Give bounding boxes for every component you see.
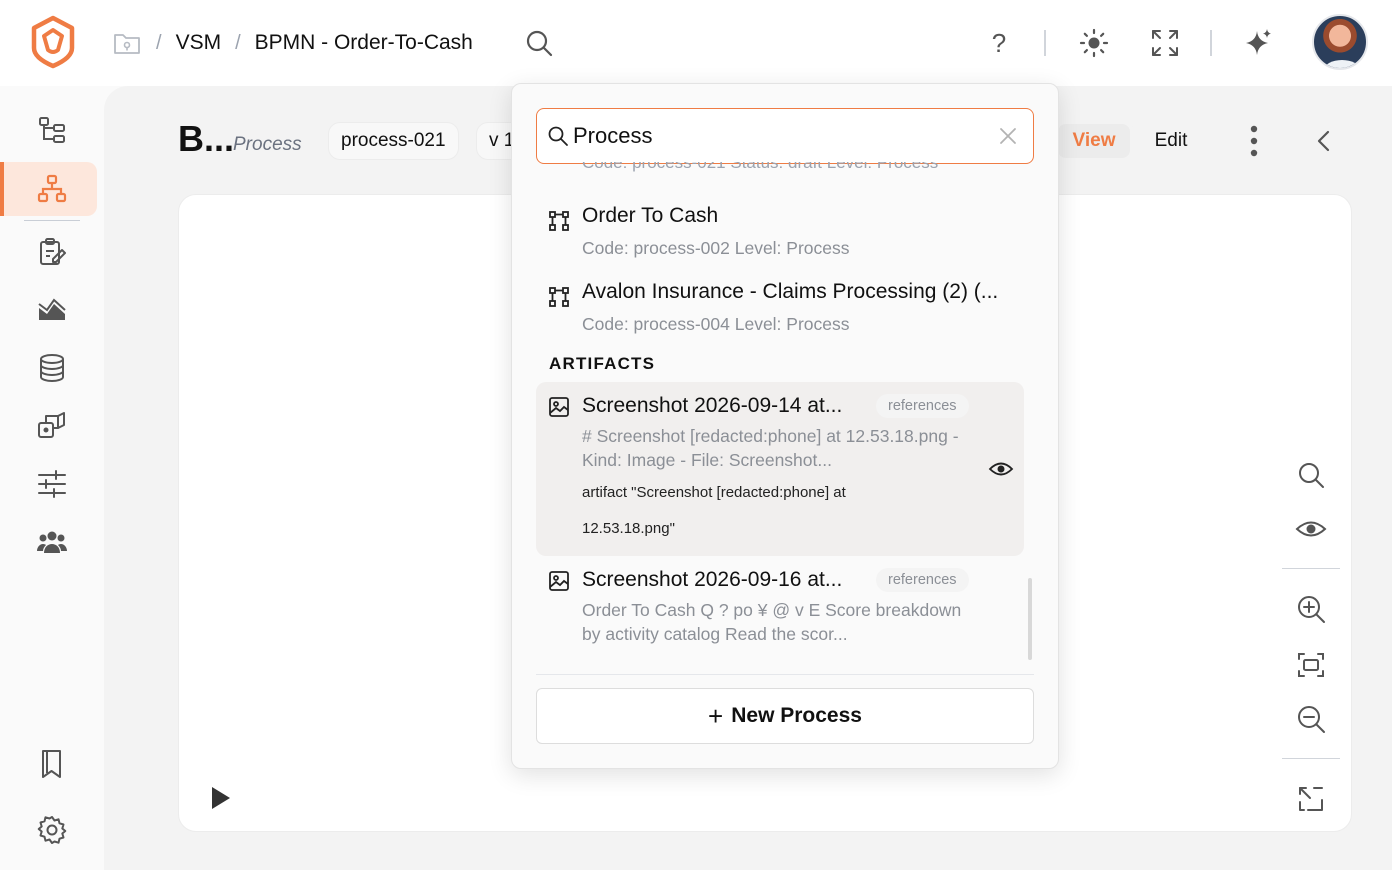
toolbar-divider xyxy=(1282,568,1340,569)
zoom-out-icon[interactable] xyxy=(1294,702,1328,736)
search-field[interactable] xyxy=(536,108,1034,164)
page-type-label: Process xyxy=(233,134,302,155)
search-result-item[interactable]: Avalon Insurance - Claims Processing (2)… xyxy=(536,280,1024,340)
rail-tasks[interactable] xyxy=(0,226,104,278)
search-input[interactable] xyxy=(573,117,993,155)
popover-divider xyxy=(536,674,1034,675)
users-icon xyxy=(37,531,67,553)
artifact-note: artifact "Screenshot [redacted:phone] at xyxy=(582,484,846,501)
help-icon[interactable]: ? xyxy=(984,28,1014,58)
artifact-subtitle: Order To Cash Q ? po ¥ @ v E Score break… xyxy=(582,600,962,644)
rail-hierarchy[interactable] xyxy=(0,104,104,156)
divider xyxy=(1044,30,1046,56)
result-subtitle: Code: process-002 Level: Process xyxy=(582,238,850,258)
database-icon xyxy=(40,354,64,383)
sparkle-icon[interactable] xyxy=(1244,27,1274,57)
rail-divider xyxy=(24,220,80,221)
scrollbar[interactable] xyxy=(1028,578,1032,660)
play-icon[interactable] xyxy=(206,784,234,812)
artifact-title: Screenshot 2026-09-16 at... xyxy=(582,568,843,591)
app-logo[interactable] xyxy=(28,14,78,70)
view-button[interactable]: View xyxy=(1058,124,1130,158)
toolbar-divider xyxy=(1282,758,1340,759)
artifact-title: Screenshot 2026-09-14 at... xyxy=(582,394,843,417)
clipboard-edit-icon xyxy=(40,238,66,265)
folder-lock-icon[interactable] xyxy=(112,29,142,57)
artifact-note: 12.53.18.png" xyxy=(582,520,675,537)
result-subtitle: Code: process-004 Level: Process xyxy=(582,314,850,334)
artifact-result-item[interactable]: Screenshot 2026-09-16 at... references O… xyxy=(536,556,1024,656)
canvas-eye-icon[interactable] xyxy=(1294,512,1328,546)
process-icon xyxy=(549,211,569,231)
breadcrumb-separator: / xyxy=(156,31,162,54)
artifact-subtitle: # Screenshot [redacted:phone] at 12.53.1… xyxy=(582,426,959,470)
artifact-result-item[interactable]: Screenshot 2026-09-14 at... references #… xyxy=(536,382,1024,556)
code-pill[interactable]: process-021 xyxy=(328,122,459,160)
rail-users[interactable] xyxy=(0,516,104,568)
process-icon xyxy=(549,287,569,307)
fullscreen-icon[interactable] xyxy=(1150,28,1180,58)
bookmark-icon xyxy=(42,750,61,778)
preview-eye-icon[interactable] xyxy=(988,458,1014,480)
image-icon xyxy=(549,571,569,591)
canvas-search-icon[interactable] xyxy=(1294,458,1328,492)
top-bar: / VSM / BPMN - Order-To-Cash ? xyxy=(0,0,1392,86)
search-result-item[interactable]: Order To Cash Code: process-002 Level: P… xyxy=(536,204,1024,264)
references-badge: references xyxy=(876,568,969,592)
truncated-result: Code: process-021 Status: draft Level: P… xyxy=(582,162,939,172)
page-title: B... xyxy=(178,118,235,159)
sun-icon[interactable] xyxy=(1079,28,1109,58)
rail-bookmarks[interactable] xyxy=(0,738,104,790)
breadcrumb-current[interactable]: BPMN - Order-To-Cash xyxy=(255,31,473,55)
breadcrumb-separator: / xyxy=(235,31,241,54)
artifacts-heading: ARTIFACTS xyxy=(549,354,656,373)
breadcrumb: / VSM / BPMN - Order-To-Cash xyxy=(112,26,473,60)
org-chart-icon xyxy=(37,174,67,203)
rail-settings-sliders[interactable] xyxy=(0,458,104,510)
new-process-label: New Process xyxy=(731,704,862,727)
references-badge: references xyxy=(876,394,969,418)
rail-integrations[interactable] xyxy=(0,400,104,452)
result-title: Order To Cash xyxy=(582,204,719,227)
rail-process-map[interactable] xyxy=(0,163,104,215)
mountain-chart-icon xyxy=(38,298,66,320)
expand-icon[interactable] xyxy=(1294,782,1328,816)
search-icon xyxy=(548,126,568,146)
search-popover: Code: process-021 Status: draft Level: P… xyxy=(511,83,1059,769)
image-icon xyxy=(549,397,569,417)
edit-button[interactable]: Edit xyxy=(1130,124,1212,158)
shapes-icon xyxy=(38,412,65,438)
zoom-in-icon[interactable] xyxy=(1294,592,1328,626)
rail-database[interactable] xyxy=(0,342,104,394)
rail-settings[interactable] xyxy=(0,804,104,856)
search-icon[interactable] xyxy=(524,28,554,58)
plus-icon: + xyxy=(708,700,724,731)
hierarchy-icon xyxy=(39,117,65,143)
breadcrumb-vsm[interactable]: VSM xyxy=(176,31,222,55)
divider xyxy=(1210,30,1212,56)
more-options-icon[interactable] xyxy=(1240,124,1268,158)
new-process-button[interactable]: + New Process xyxy=(536,688,1034,744)
rail-landscape[interactable] xyxy=(0,284,104,336)
user-avatar[interactable] xyxy=(1312,14,1368,70)
sliders-icon xyxy=(38,470,66,498)
fit-view-icon[interactable] xyxy=(1294,648,1328,682)
close-icon[interactable] xyxy=(997,125,1019,147)
result-title: Avalon Insurance - Claims Processing (2)… xyxy=(582,280,999,303)
gear-icon xyxy=(37,816,67,844)
chevron-left-icon[interactable] xyxy=(1310,126,1338,156)
